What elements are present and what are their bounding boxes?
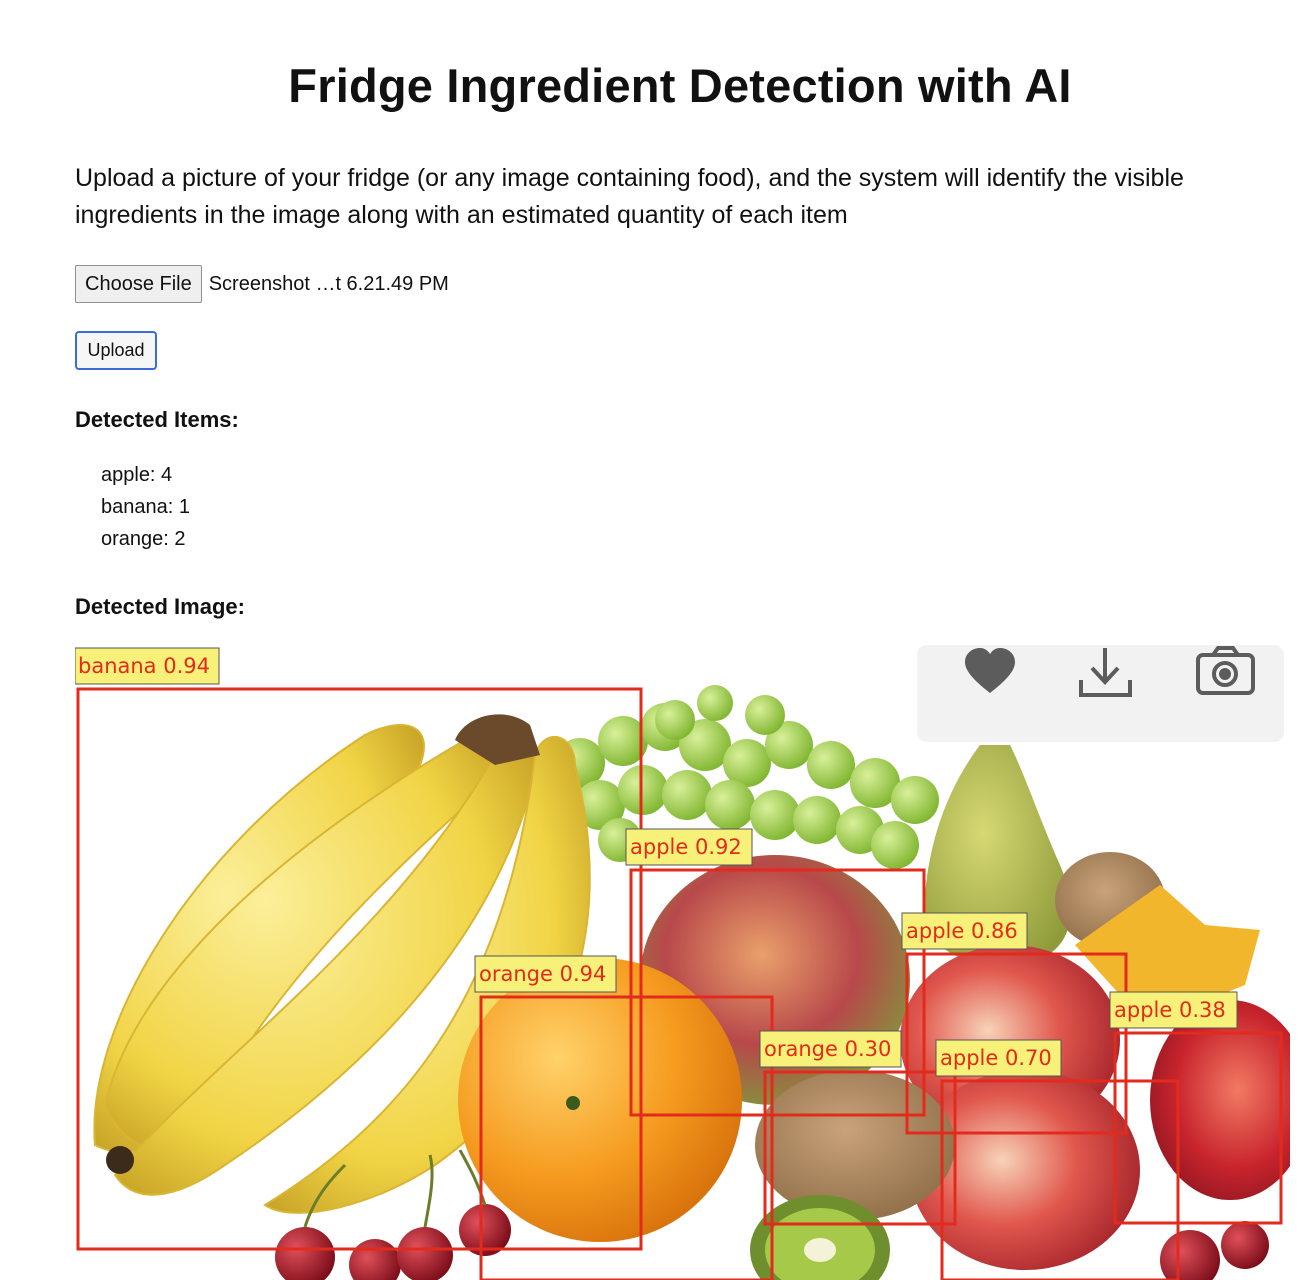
- detection-label: apple 0.86: [901, 912, 1028, 950]
- page: Fridge Ingredient Detection with AI Uplo…: [0, 0, 1312, 1280]
- image-toolbar: [917, 645, 1284, 742]
- detection-label-text: orange 0.94: [479, 962, 606, 986]
- detection-label: banana 0.94: [75, 647, 220, 685]
- detection-label-text: apple 0.92: [630, 835, 742, 859]
- upload-button[interactable]: Upload: [75, 331, 157, 370]
- detected-image-heading: Detected Image:: [75, 594, 245, 619]
- detected-items-list: apple: 4 banana: 1 orange: 2: [101, 459, 190, 555]
- list-item: orange: 2: [101, 528, 186, 550]
- detection-label-text: apple 0.86: [906, 919, 1018, 943]
- detection-label-text: apple 0.38: [1114, 998, 1226, 1022]
- detection-label-text: apple 0.70: [940, 1046, 1052, 1070]
- detection-label: orange 0.30: [759, 1030, 902, 1068]
- detection-label-text: banana 0.94: [78, 654, 210, 678]
- choose-file-button[interactable]: Choose File: [75, 265, 202, 303]
- detected-image: banana 0.94 apple 0.92 apple 0.86 orange…: [75, 645, 1290, 1280]
- orange: [458, 958, 742, 1242]
- selected-file-name: Screenshot …t 6.21.49 PM: [208, 272, 449, 295]
- detection-label: orange 0.94: [474, 955, 617, 993]
- detection-label: apple 0.38: [1109, 991, 1238, 1029]
- file-picker: Choose File Screenshot …t 6.21.49 PM: [75, 264, 449, 304]
- detected-items-heading: Detected Items:: [75, 407, 239, 432]
- list-item: banana: 1: [101, 496, 190, 518]
- page-description: Upload a picture of your fridge (or any …: [75, 164, 1184, 229]
- detection-label-text: orange 0.30: [764, 1037, 891, 1061]
- list-item: apple: 4: [101, 464, 173, 486]
- detection-label: apple 0.92: [625, 828, 753, 866]
- detection-label: apple 0.70: [935, 1039, 1062, 1077]
- page-title: Fridge Ingredient Detection with AI: [288, 59, 1072, 112]
